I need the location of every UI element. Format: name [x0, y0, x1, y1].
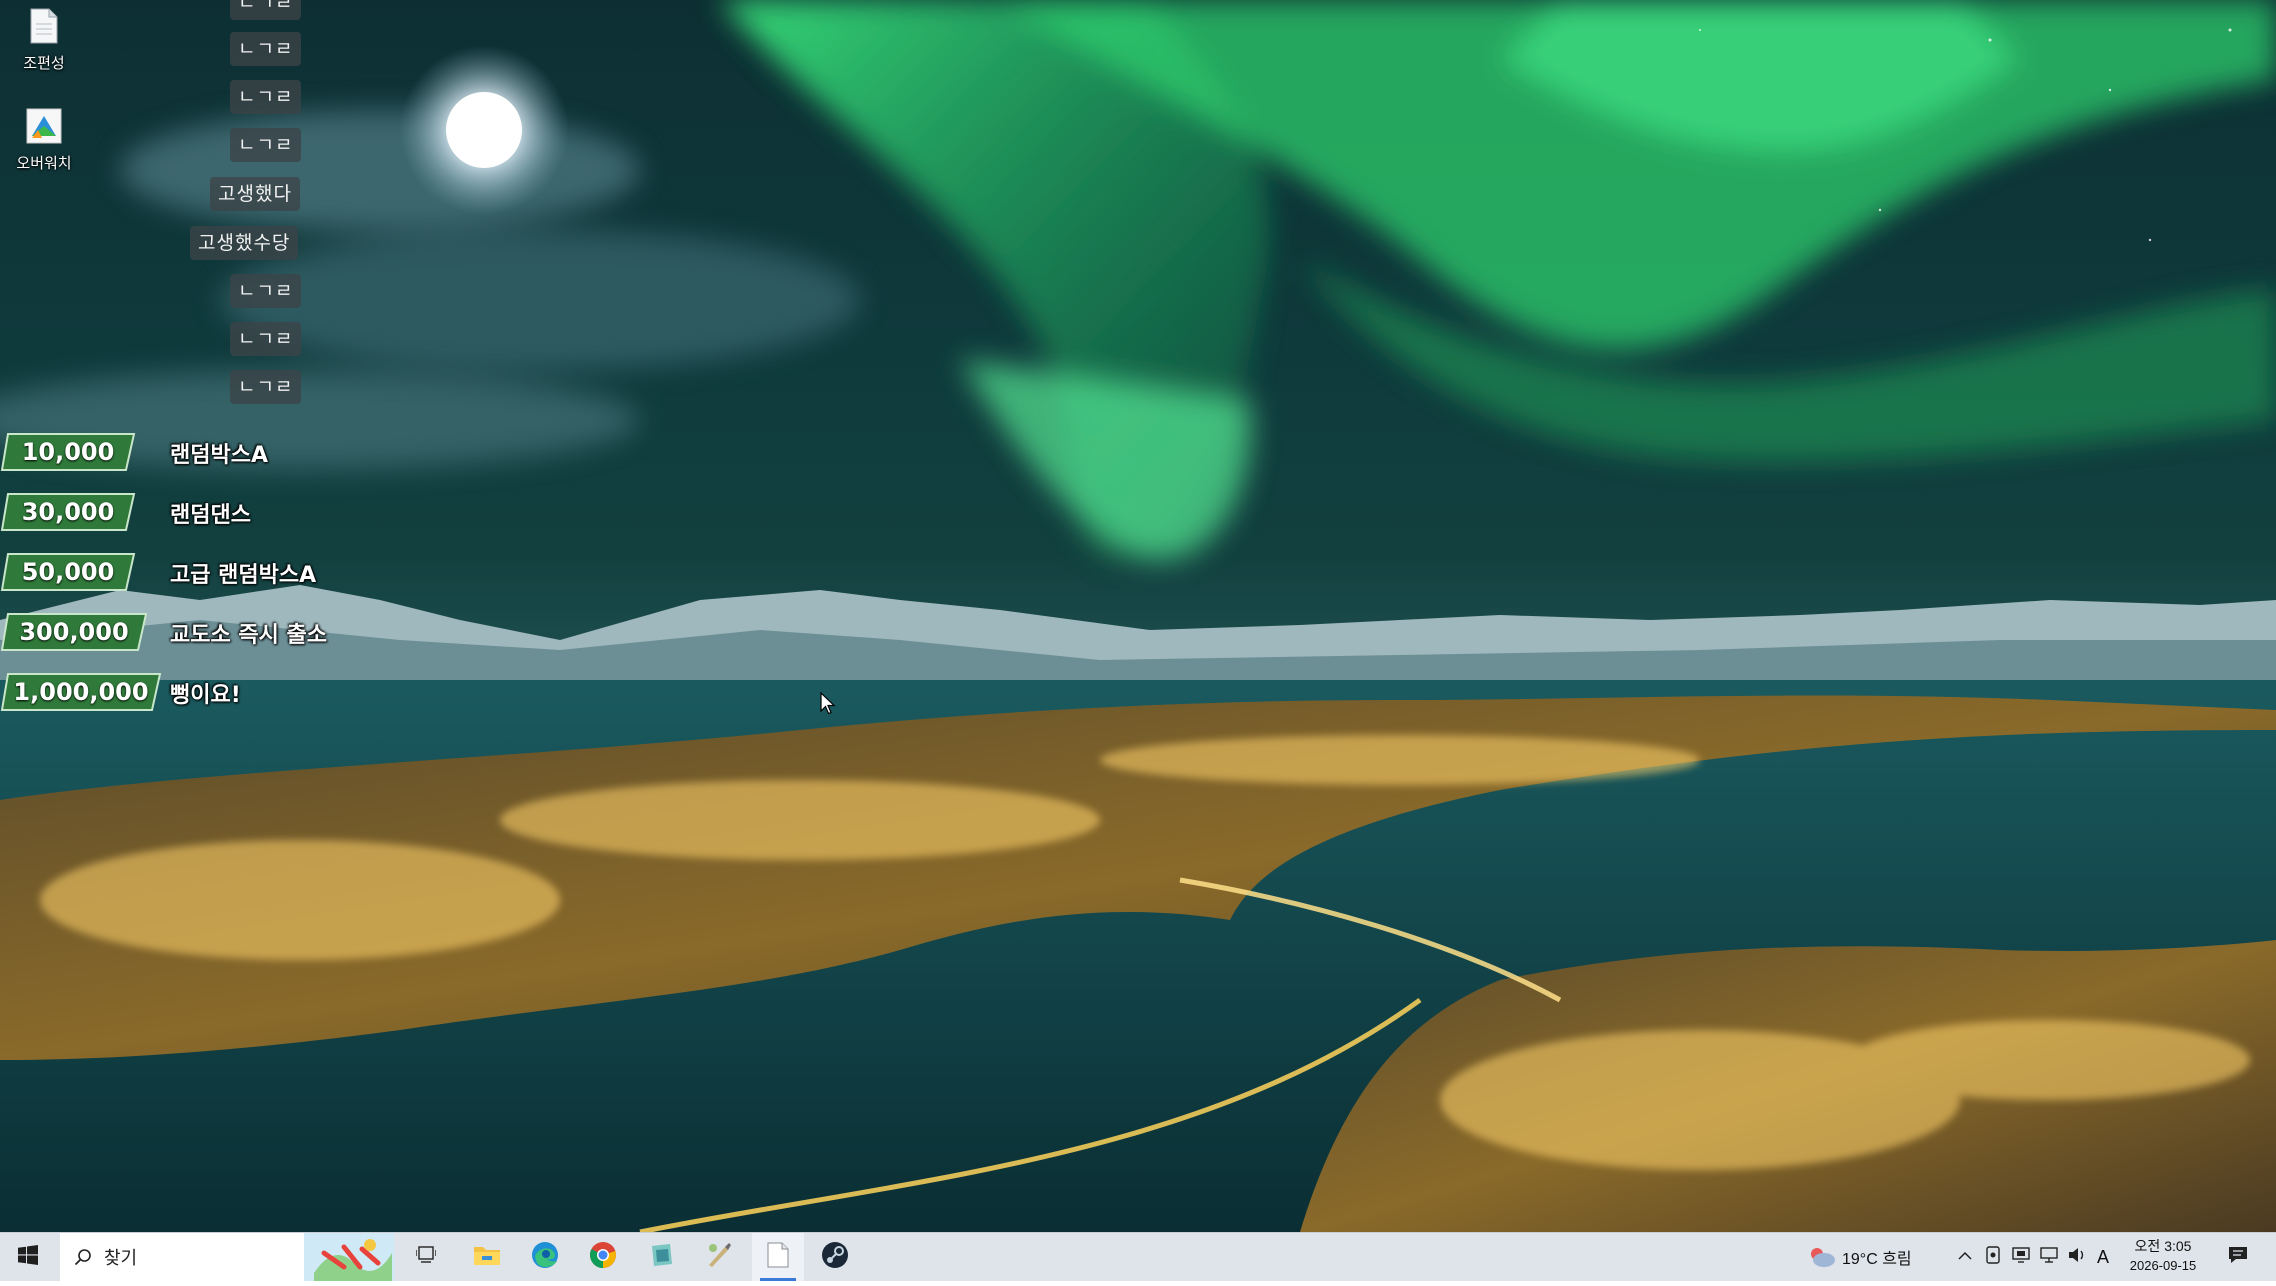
steam-icon: [821, 1241, 849, 1274]
donation-amount: 300,000: [19, 618, 129, 646]
taskbar-search-box[interactable]: 찾기: [60, 1233, 394, 1281]
show-hidden-icons-button[interactable]: [1952, 1233, 1978, 1281]
donation-reward: 랜덤댄스: [170, 503, 251, 528]
chat-message: ㄴㄱㄹ: [230, 274, 302, 308]
search-highlight-illustration-icon: [304, 1233, 394, 1281]
chat-message: ㄴㄱㄹ: [230, 32, 302, 66]
clock-time: 오전 3:05: [2134, 1238, 2192, 1254]
donation-reward: 교도소 즉시 출소: [170, 623, 327, 648]
network-button[interactable]: [2036, 1233, 2062, 1281]
donation-reward: 뻥이요!: [170, 683, 241, 708]
chat-message: ㄴㄱㄹ: [230, 128, 302, 162]
search-icon: [74, 1248, 92, 1266]
donation-amount: 30,000: [21, 498, 115, 526]
windows-start-icon: [18, 1244, 38, 1270]
donation-tier-amount-badge: 30,000: [0, 492, 136, 532]
notification-center-button[interactable]: [2218, 1233, 2258, 1281]
start-button[interactable]: [0, 1233, 56, 1281]
clock-date: 2026-09-15: [2129, 1258, 2197, 1273]
taskbar: 찾기 19°C 흐림 A 오전 3:05 2026-09-15: [0, 1232, 2276, 1281]
chrome-icon: [589, 1241, 617, 1274]
tray-app-button[interactable]: [1980, 1233, 2006, 1281]
chat-message: ㄴㄱㄹ: [230, 0, 302, 20]
file-explorer-icon: [473, 1244, 501, 1271]
desktop-wallpaper: [0, 0, 2276, 1232]
weather-widget[interactable]: 19°C 흐림: [1808, 1233, 1928, 1281]
notification-icon: [2228, 1246, 2248, 1269]
donation-reward: 랜덤박스A: [170, 443, 268, 468]
donation-tier-amount-badge: 10,000: [0, 432, 136, 472]
app-icon: [648, 1242, 674, 1273]
search-placeholder: 찾기: [104, 1248, 138, 1268]
donation-tier-amount-badge: 1,000,000: [0, 672, 162, 712]
edge-icon: [531, 1241, 559, 1274]
mouse-cursor-icon: [820, 691, 836, 721]
donation-tier-amount-badge: 300,000: [0, 612, 148, 652]
input-method-button[interactable]: A: [2092, 1233, 2114, 1281]
input-method-indicator: A: [2096, 1246, 2109, 1267]
cloudy-weather-icon: [1808, 1246, 1836, 1268]
taskbar-chrome[interactable]: [578, 1233, 628, 1281]
task-view-icon: [415, 1245, 437, 1269]
document-icon: [0, 8, 88, 48]
chevron-up-icon: [1958, 1248, 1972, 1266]
display-icon: [2012, 1246, 2030, 1268]
taskbar-clock[interactable]: 오전 3:05 2026-09-15: [2118, 1237, 2208, 1275]
task-view-button[interactable]: [404, 1233, 448, 1281]
network-icon: [2040, 1246, 2058, 1268]
chat-message: ㄴㄱㄹ: [230, 80, 302, 114]
taskbar-file-explorer[interactable]: [462, 1233, 512, 1281]
weather-text: 19°C 흐림: [1842, 1251, 1912, 1268]
chat-message: ㄴㄱㄹ: [230, 322, 302, 356]
desktop-icon-overwatch[interactable]: 오버워치: [0, 108, 88, 173]
donation-amount: 50,000: [21, 558, 115, 586]
desktop-icon-label: 조편성: [23, 55, 65, 72]
notepad-icon: [767, 1242, 789, 1273]
volume-button[interactable]: [2064, 1233, 2090, 1281]
tray-display-button[interactable]: [2008, 1233, 2034, 1281]
desktop-icon-label: 오버워치: [16, 155, 72, 172]
taskbar-paint-tool[interactable]: [694, 1233, 744, 1281]
taskbar-notepad[interactable]: [752, 1233, 804, 1281]
taskbar-app[interactable]: [636, 1233, 686, 1281]
overwatch-app-icon: [0, 108, 88, 148]
taskbar-edge[interactable]: [520, 1233, 570, 1281]
tray-app-icon: [1985, 1245, 2001, 1269]
chat-message: 고생했다: [210, 177, 300, 211]
donation-amount: 1,000,000: [13, 678, 149, 706]
taskbar-steam[interactable]: [810, 1233, 860, 1281]
desktop-icon-file[interactable]: 조편성: [0, 8, 88, 73]
paint-tool-icon: [706, 1242, 732, 1273]
donation-tier-amount-badge: 50,000: [0, 552, 136, 592]
donation-reward: 고급 랜덤박스A: [170, 563, 317, 588]
chat-message: ㄴㄱㄹ: [230, 370, 302, 404]
chat-message: 고생했수당: [190, 226, 299, 260]
speaker-icon: [2068, 1247, 2086, 1268]
donation-amount: 10,000: [21, 438, 115, 466]
